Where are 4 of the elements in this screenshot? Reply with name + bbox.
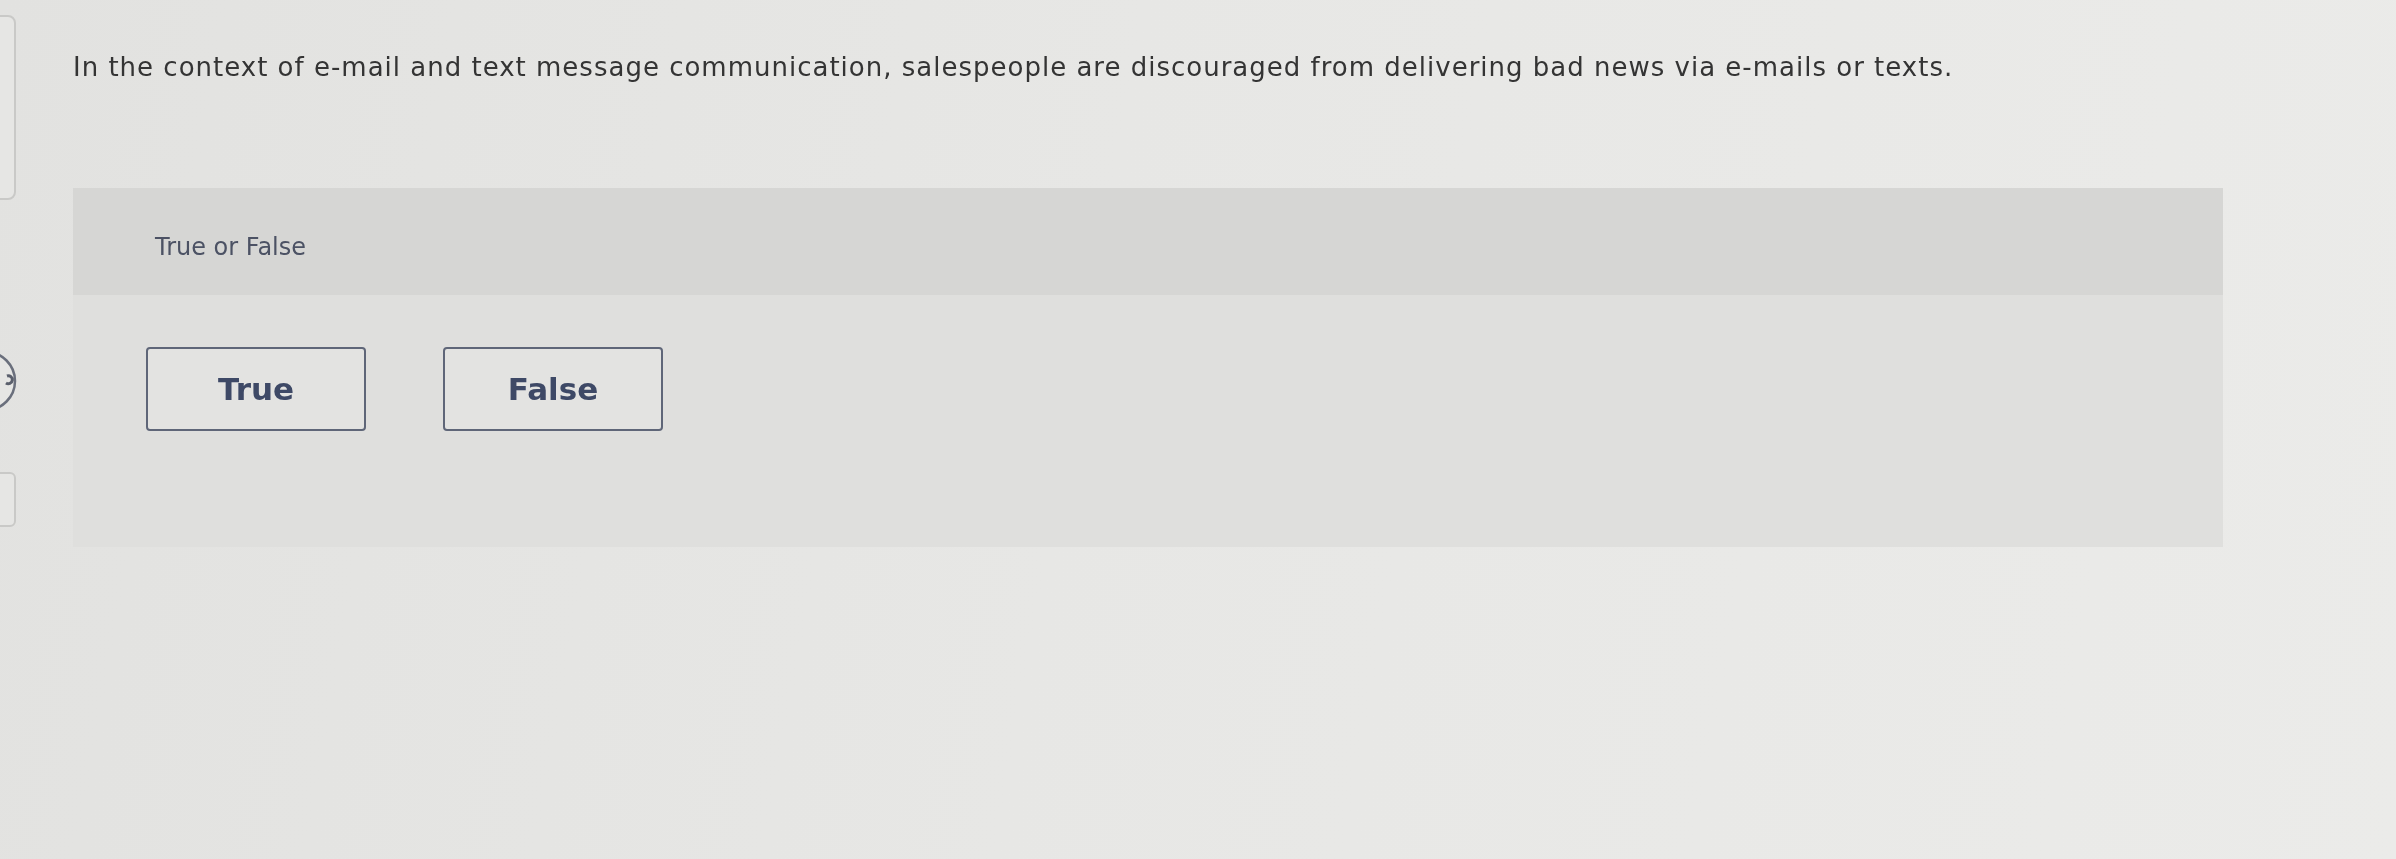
answer-option-button[interactable]: False <box>443 347 663 431</box>
question-text: In the context of e-mail and text message communication, salespeople are discouraged from delivering bad news via e-mails or texts. <box>73 51 1954 84</box>
question-type-label: True or False <box>155 232 307 261</box>
answer-option-button[interactable]: True <box>146 347 366 431</box>
